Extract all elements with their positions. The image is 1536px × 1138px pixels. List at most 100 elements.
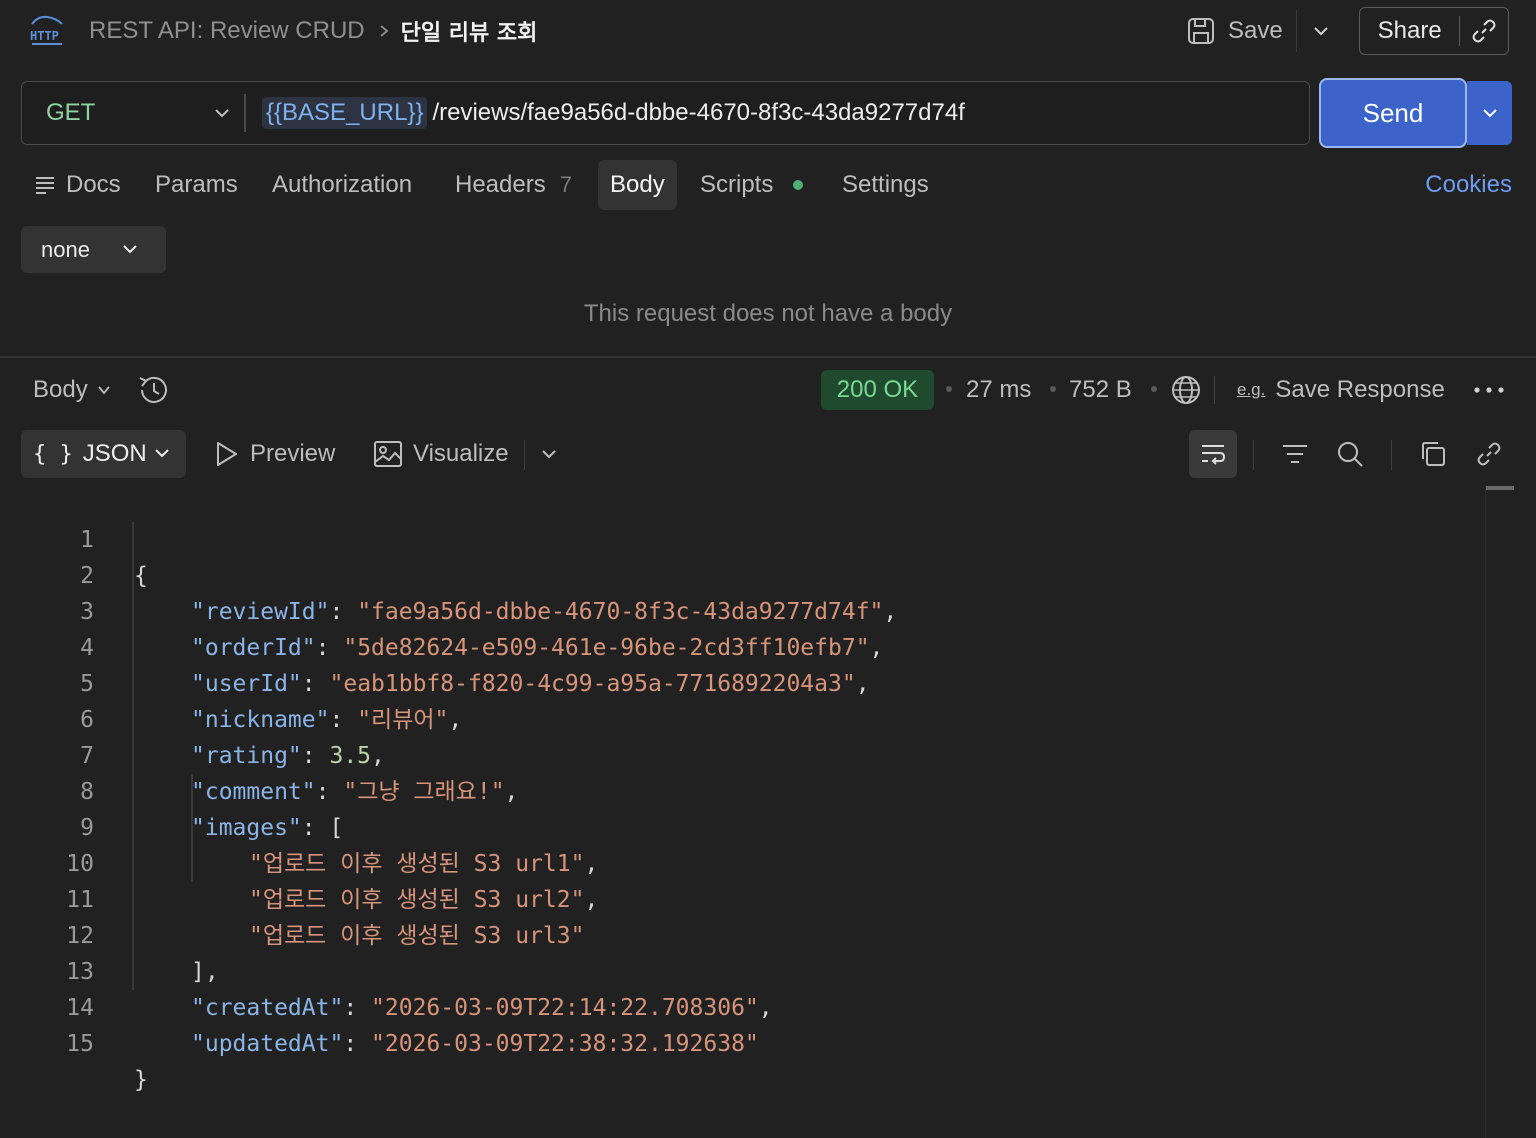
share-label: Share bbox=[1377, 17, 1442, 44]
tab-docs[interactable]: Docs bbox=[34, 160, 121, 210]
search-icon[interactable] bbox=[1326, 430, 1374, 478]
save-response-label: Save Response bbox=[1275, 376, 1445, 403]
visualize-label: Visualize bbox=[413, 440, 509, 467]
response-code-editor[interactable]: 1 { 2 "reviewId": "fae9a56d-dbbe-4670-8f… bbox=[0, 486, 1486, 1093]
pane-splitter[interactable] bbox=[0, 356, 1536, 358]
save-response-button[interactable]: e.g. Save Response bbox=[1237, 370, 1445, 410]
tab-params[interactable]: Params bbox=[155, 160, 238, 210]
tab-settings[interactable]: Settings bbox=[842, 160, 929, 210]
image-icon bbox=[373, 440, 403, 468]
url-path: /reviews/fae9a56d-dbbe-4670-8f3c-43da927… bbox=[432, 99, 965, 126]
code-line: 7 "comment": "그냥 그래요!", bbox=[0, 702, 1480, 805]
divider bbox=[1214, 376, 1215, 404]
scripts-active-dot bbox=[793, 180, 804, 190]
tab-label: Body bbox=[610, 171, 665, 198]
more-options-icon[interactable] bbox=[1472, 378, 1506, 402]
chevron-down-icon[interactable] bbox=[212, 103, 232, 123]
response-view-select[interactable]: Body bbox=[33, 370, 112, 410]
visualize-button[interactable]: Visualize bbox=[373, 430, 509, 478]
code-line: 8 "images": [ bbox=[0, 738, 1480, 841]
docs-icon bbox=[34, 174, 56, 196]
history-icon[interactable] bbox=[136, 372, 172, 408]
tab-label: Authorization bbox=[272, 171, 413, 198]
headers-count: 7 bbox=[559, 172, 572, 197]
separator-dot bbox=[946, 386, 952, 392]
save-label: Save bbox=[1228, 17, 1283, 44]
chevron-down-icon[interactable] bbox=[540, 430, 558, 478]
tab-headers[interactable]: Headers 7 bbox=[455, 160, 572, 210]
format-select[interactable]: { } JSON bbox=[21, 430, 186, 478]
body-type-select[interactable]: none bbox=[21, 226, 166, 273]
tab-label: Headers bbox=[455, 171, 546, 198]
code-line: 12 ], bbox=[0, 882, 1480, 985]
send-options-button[interactable] bbox=[1467, 81, 1512, 145]
copy-icon[interactable] bbox=[1409, 430, 1457, 478]
globe-icon[interactable] bbox=[1170, 370, 1202, 410]
preview-button[interactable]: Preview bbox=[214, 430, 335, 478]
example-icon: e.g. bbox=[1237, 380, 1266, 399]
link-icon[interactable] bbox=[1465, 430, 1513, 478]
response-view-label: Body bbox=[33, 376, 88, 403]
divider bbox=[524, 440, 525, 470]
code-line: 3 "orderId": "5de82624-e509-461e-96be-2c… bbox=[0, 558, 1480, 661]
json-pair-updated-at: "updatedAt": "2026-03-09T22:38:32.192638… bbox=[191, 1031, 759, 1057]
body-type-value: none bbox=[41, 236, 90, 262]
divider bbox=[1391, 440, 1392, 470]
tab-label: Settings bbox=[842, 171, 929, 198]
wrap-lines-icon[interactable] bbox=[1189, 430, 1237, 478]
response-size[interactable]: 752 B bbox=[1069, 370, 1132, 410]
request-name[interactable]: 단일 리뷰 조회 bbox=[401, 15, 538, 47]
cookies-link[interactable]: Cookies bbox=[1425, 160, 1512, 210]
separator-dot bbox=[1050, 386, 1056, 392]
tab-label: Scripts bbox=[700, 171, 774, 198]
floppy-disk-icon bbox=[1186, 16, 1216, 46]
close-brace: } bbox=[134, 1067, 148, 1093]
line-number: 15 bbox=[66, 1031, 94, 1057]
code-line: 10 "업로드 이후 생성된 S3 url2", bbox=[0, 810, 1480, 913]
tab-authorization[interactable]: Authorization bbox=[272, 160, 412, 210]
code-line: 11 "업로드 이후 생성된 S3 url3" bbox=[0, 846, 1480, 949]
link-icon[interactable] bbox=[1460, 18, 1508, 44]
code-line: 15 } bbox=[0, 990, 1480, 1093]
code-line: 5 "nickname": "리뷰어", bbox=[0, 630, 1480, 733]
send-button[interactable]: Send bbox=[1319, 78, 1467, 148]
save-button[interactable]: Save bbox=[1186, 12, 1283, 50]
scrollbar[interactable] bbox=[1485, 486, 1486, 1138]
tab-scripts[interactable]: Scripts bbox=[700, 160, 804, 210]
code-line: 9 "업로드 이후 생성된 S3 url1", bbox=[0, 774, 1480, 877]
status-badge[interactable]: 200 OK bbox=[821, 370, 934, 410]
chevron-down-icon bbox=[1480, 103, 1500, 123]
tab-body[interactable]: Body bbox=[598, 160, 677, 210]
filter-icon[interactable] bbox=[1271, 430, 1319, 478]
tab-label: Docs bbox=[66, 171, 121, 198]
chevron-right-icon bbox=[377, 24, 391, 38]
updated-at-value: 2026-03-09T22:38:32.192638 bbox=[384, 1031, 745, 1057]
share-button[interactable]: Share bbox=[1359, 7, 1509, 55]
breadcrumb: REST API: Review CRUD 단일 리뷰 조회 bbox=[89, 14, 537, 48]
url-input[interactable]: {{BASE_URL}} /reviews/fae9a56d-dbbe-4670… bbox=[262, 82, 965, 144]
braces-icon: { } bbox=[33, 441, 73, 467]
format-label: JSON bbox=[82, 440, 147, 467]
empty-body-message: This request does not have a body bbox=[583, 300, 953, 327]
code-line: 6 "rating": 3.5, bbox=[0, 666, 1480, 769]
divider bbox=[1296, 10, 1297, 52]
scrollbar-thumb[interactable] bbox=[1486, 486, 1514, 490]
method-select[interactable]: GET bbox=[46, 82, 95, 144]
code-line: 14 "updatedAt": "2026-03-09T22:38:32.192… bbox=[0, 954, 1480, 1057]
code-line: 2 "reviewId": "fae9a56d-dbbe-4670-8f3c-4… bbox=[0, 522, 1480, 625]
svg-text:HTTP: HTTP bbox=[30, 29, 59, 43]
code-line: 13 "createdAt": "2026-03-09T22:14:22.708… bbox=[0, 918, 1480, 1021]
request-tabs: Docs Params Authorization Headers 7 Body… bbox=[0, 160, 1536, 210]
code-line: 1 { bbox=[0, 486, 1480, 589]
separator-dot bbox=[1151, 386, 1157, 392]
response-time[interactable]: 27 ms bbox=[966, 370, 1031, 410]
divider bbox=[244, 94, 246, 132]
chevron-down-icon[interactable] bbox=[1310, 20, 1332, 42]
top-bar: HTTP REST API: Review CRUD 단일 리뷰 조회 Save… bbox=[0, 0, 1536, 62]
url-variable[interactable]: {{BASE_URL}} bbox=[262, 97, 428, 129]
tab-label: Params bbox=[155, 171, 238, 198]
code-line: 4 "userId": "eab1bbf8-f820-4c99-a95a-771… bbox=[0, 594, 1480, 697]
url-bar: GET {{BASE_URL}} /reviews/fae9a56d-dbbe-… bbox=[21, 81, 1310, 145]
preview-label: Preview bbox=[250, 440, 336, 467]
breadcrumb-collection[interactable]: REST API: Review CRUD bbox=[89, 17, 365, 45]
